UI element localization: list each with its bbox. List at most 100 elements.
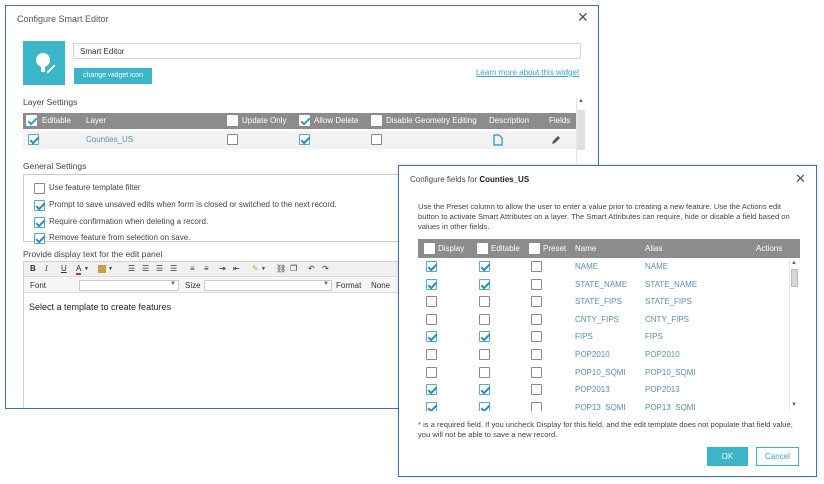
fields-pencil-icon[interactable] — [550, 134, 562, 146]
gen-checkbox-1[interactable] — [34, 200, 45, 211]
bullet-list-icon[interactable]: ≡ — [204, 264, 209, 273]
preset-checkbox[interactable] — [531, 313, 542, 325]
display-checkbox[interactable] — [426, 384, 437, 396]
chevron-down-icon[interactable]: ▼ — [261, 266, 266, 272]
learn-more-link[interactable]: Learn more about this widget — [476, 68, 579, 77]
close-icon[interactable]: ✕ — [795, 172, 806, 185]
display-all-checkbox[interactable] — [424, 243, 435, 254]
widget-name-input[interactable]: Smart Editor — [73, 43, 581, 59]
undo-icon[interactable]: ↶ — [308, 264, 315, 273]
editable-all-checkbox[interactable] — [26, 115, 37, 126]
gen-checkbox-2[interactable] — [34, 217, 45, 228]
table-row[interactable]: STATE_FIPS STATE_FIPS — [418, 293, 788, 310]
cancel-button[interactable]: Cancel — [756, 447, 799, 466]
table-row[interactable]: FIPS FIPS — [418, 328, 788, 345]
chevron-down-icon[interactable]: ▼ — [84, 266, 89, 272]
gen-checkbox-0[interactable] — [34, 183, 45, 194]
preset-all-checkbox[interactable] — [529, 243, 540, 254]
editable-checkbox[interactable] — [479, 349, 490, 360]
editable-checkbox[interactable] — [479, 331, 490, 343]
format-select[interactable]: None — [371, 281, 390, 290]
preset-checkbox[interactable] — [531, 331, 542, 343]
fields-scrollbar[interactable]: ▲ ▼ — [789, 260, 798, 410]
preset-checkbox[interactable] — [531, 366, 542, 378]
editable-checkbox[interactable] — [479, 261, 490, 272]
display-checkbox[interactable] — [426, 366, 437, 378]
bold-button[interactable]: B — [30, 264, 36, 273]
table-row[interactable]: POP13_SQMI POP13_SQMI — [418, 399, 788, 411]
display-checkbox[interactable] — [426, 313, 437, 325]
editor-content[interactable]: Select a template to create features — [29, 302, 171, 312]
table-row[interactable]: CNTY_FIPS CNTY_FIPS — [418, 311, 788, 328]
display-checkbox[interactable] — [426, 296, 437, 308]
scroll-thumb[interactable] — [791, 269, 798, 287]
row-disable-geometry-checkbox[interactable] — [371, 134, 382, 145]
size-select[interactable]: ▼ — [204, 280, 332, 291]
copy-icon[interactable]: ❐ — [290, 264, 297, 273]
editable-checkbox[interactable] — [479, 313, 490, 325]
header-layer: Layer — [86, 116, 107, 125]
editable-checkbox[interactable] — [479, 384, 490, 396]
highlight-color-icon[interactable] — [98, 265, 106, 273]
display-checkbox[interactable] — [426, 261, 437, 272]
indent-icon[interactable]: ⇥ — [219, 264, 226, 273]
description-document-icon[interactable] — [493, 134, 503, 146]
numbered-list-icon[interactable]: ≡ — [190, 264, 195, 273]
underline-button[interactable]: U — [61, 264, 67, 273]
preset-checkbox[interactable] — [531, 296, 542, 308]
preset-checkbox[interactable] — [531, 261, 542, 272]
preset-checkbox[interactable] — [531, 384, 542, 396]
editable-checkbox[interactable] — [479, 296, 490, 308]
align-justify-icon[interactable]: ☰ — [170, 264, 177, 273]
link-icon[interactable]: ⛓ — [276, 264, 286, 273]
editable-all-checkbox[interactable] — [477, 243, 488, 254]
align-left-icon[interactable]: ☰ — [128, 264, 135, 273]
field-alias: FIPS — [645, 332, 663, 342]
italic-button[interactable]: I — [45, 264, 48, 273]
scroll-up-icon[interactable]: ▲ — [791, 260, 797, 266]
editable-checkbox[interactable] — [479, 401, 490, 411]
field-alias: CNTY_FIPS — [645, 314, 690, 324]
table-row[interactable]: POP2013 POP2013 — [418, 381, 788, 398]
editable-checkbox[interactable] — [479, 366, 490, 378]
font-select[interactable]: ▼ — [79, 280, 179, 291]
scroll-up-icon[interactable]: ▲ — [578, 98, 584, 104]
preset-checkbox[interactable] — [531, 349, 542, 360]
fields-table-body: NAME NAME STATE_NAME STATE_NAME STATE_FIPS ST… — [418, 258, 800, 411]
row-allow-delete-checkbox[interactable] — [299, 134, 310, 145]
display-checkbox[interactable] — [426, 331, 437, 343]
disable-geometry-all-checkbox[interactable] — [371, 115, 382, 126]
align-right-icon[interactable]: ☰ — [156, 264, 163, 273]
outdent-icon[interactable]: ⇤ — [233, 264, 240, 273]
editable-checkbox[interactable] — [479, 278, 490, 290]
allow-delete-all-checkbox[interactable] — [299, 115, 310, 126]
change-widget-icon-button[interactable]: change widget icon — [74, 68, 152, 84]
align-center-icon[interactable]: ☰ — [142, 264, 149, 273]
smart-tag-icon[interactable]: ✎ — [252, 264, 259, 273]
update-only-all-checkbox[interactable] — [227, 115, 238, 126]
table-row[interactable]: POP2010 POP2010 — [418, 346, 788, 363]
scroll-down-icon[interactable]: ▼ — [791, 402, 797, 408]
preset-checkbox[interactable] — [531, 401, 542, 411]
chevron-down-icon[interactable]: ▼ — [108, 266, 113, 272]
preset-checkbox[interactable] — [531, 278, 542, 290]
close-icon[interactable]: ✕ — [577, 10, 589, 24]
display-checkbox[interactable] — [426, 278, 437, 290]
scroll-thumb[interactable] — [577, 110, 585, 150]
table-row[interactable]: NAME NAME — [418, 258, 788, 275]
font-color-button[interactable]: A — [76, 264, 82, 275]
row-editable-checkbox[interactable] — [28, 134, 39, 145]
gen-label-3: Remove feature from selection on save. — [49, 233, 191, 242]
redo-icon[interactable]: ↷ — [322, 264, 329, 273]
table-row[interactable]: STATE_NAME STATE_NAME — [418, 276, 788, 293]
table-row[interactable]: POP10_SQMI POP10_SQMI — [418, 364, 788, 381]
ok-button[interactable]: OK — [707, 447, 748, 466]
display-checkbox[interactable] — [426, 349, 437, 360]
display-checkbox[interactable] — [426, 401, 437, 411]
gen-checkbox-3[interactable] — [34, 233, 45, 244]
row-update-only-checkbox[interactable] — [227, 134, 238, 145]
table-row[interactable]: Counties_US — [23, 131, 576, 149]
configure-fields-dialog: Configure fields for Counties_US ✕ Use t… — [398, 165, 817, 477]
fields-description: Use the Preset column to allow the user … — [418, 202, 790, 231]
size-label: Size — [185, 281, 201, 290]
